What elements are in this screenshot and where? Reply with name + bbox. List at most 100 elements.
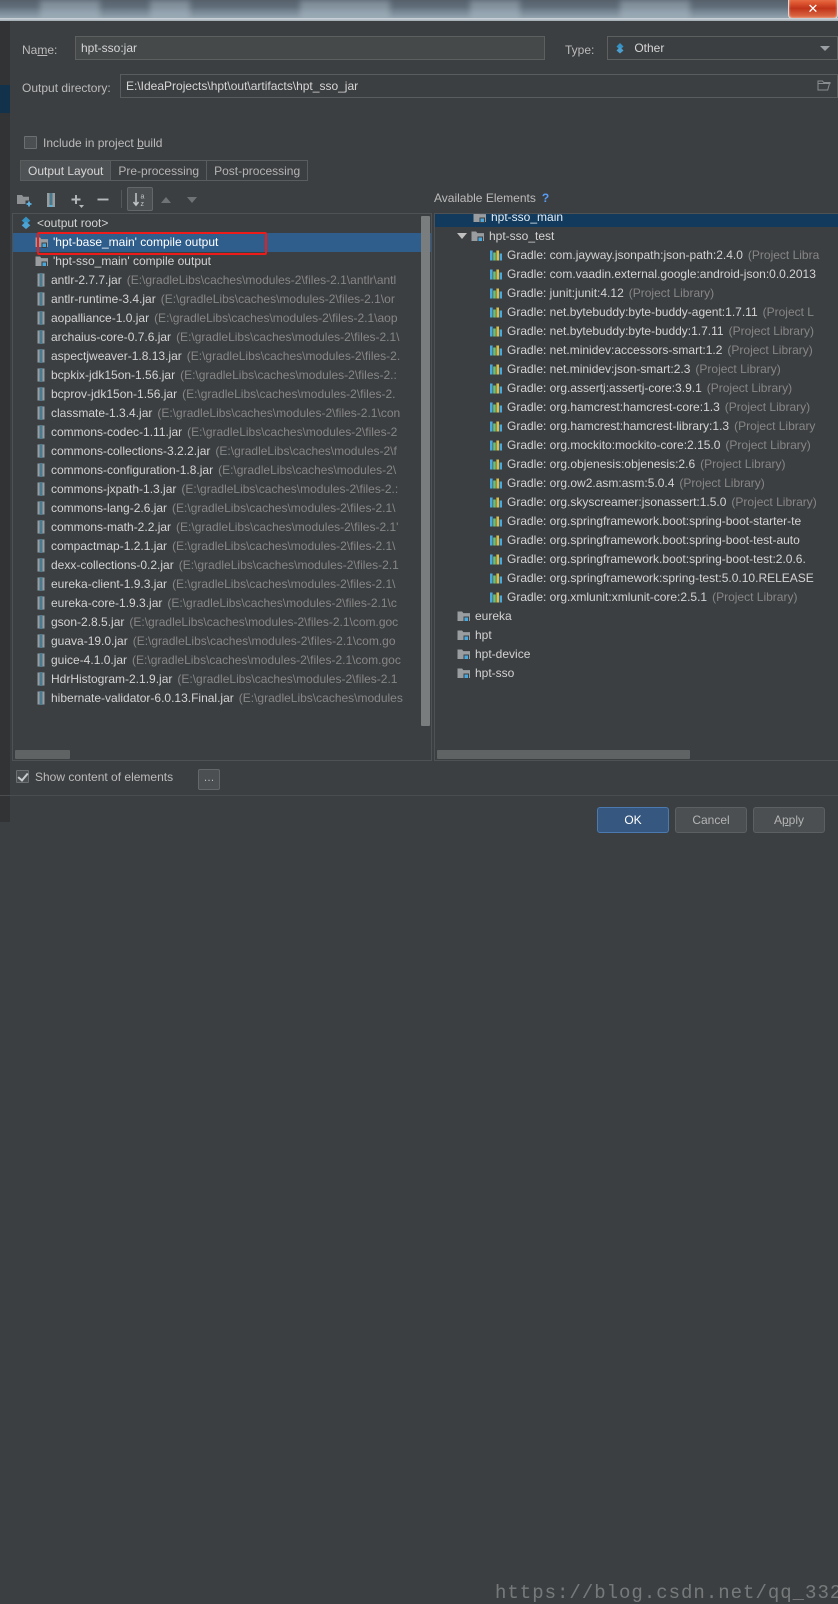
apply-button[interactable]: Apply	[753, 807, 825, 833]
tree-row[interactable]: dexx-collections-0.2.jar (E:\gradleLibs\c…	[13, 556, 431, 575]
output-tree-horizontal-scrollbar[interactable]	[15, 750, 70, 759]
show-content-of-elements-checkbox[interactable]: Show content of elements	[16, 770, 173, 784]
tree-row[interactable]: antlr-runtime-3.4.jar (E:\gradleLibs\cach…	[13, 290, 431, 309]
tree-row[interactable]: 'hpt-base_main' compile output	[13, 233, 431, 252]
tree-row[interactable]: commons-codec-1.11.jar (E:\gradleLibs\cac…	[13, 423, 431, 442]
output-tree-vertical-scrollbar[interactable]	[421, 216, 430, 726]
tree-row[interactable]: gson-2.8.5.jar (E:\gradleLibs\caches\modu…	[13, 613, 431, 632]
tree-row[interactable]: Gradle: org.mockito:mockito-core:2.15.0 (…	[435, 436, 838, 455]
tree-row[interactable]: classmate-1.3.4.jar (E:\gradleLibs\caches…	[13, 404, 431, 423]
tree-row[interactable]: hpt-sso	[435, 664, 838, 683]
tab-output-layout[interactable]: Output Layout	[20, 160, 111, 181]
tree-row[interactable]: bcprov-jdk15on-1.56.jar (E:\gradleLibs\ca…	[13, 385, 431, 404]
svg-text:z: z	[141, 201, 145, 208]
tree-row-path: (Project Library)	[679, 476, 765, 490]
tree-row-label: Gradle: com.jayway.jsonpath:json-path:2.…	[507, 248, 743, 262]
remove-icon[interactable]	[90, 187, 116, 211]
jar-icon	[35, 292, 47, 309]
tree-row[interactable]: Gradle: org.ow2.asm:asm:5.0.4 (Project Li…	[435, 474, 838, 493]
help-icon[interactable]: ?	[542, 191, 549, 205]
add-copy-icon[interactable]	[64, 187, 90, 211]
tree-row[interactable]: Gradle: org.springframework.boot:spring-…	[435, 512, 838, 531]
tree-row[interactable]: commons-math-2.2.jar (E:\gradleLibs\cache…	[13, 518, 431, 537]
chevron-down-icon[interactable]	[457, 233, 467, 239]
tree-row[interactable]: commons-configuration-1.8.jar (E:\gradleL…	[13, 461, 431, 480]
move-up-icon[interactable]	[153, 187, 179, 211]
output-layout-tree: <output root> 'hpt-base_main' compile out…	[13, 214, 431, 708]
cancel-button[interactable]: Cancel	[675, 807, 747, 833]
library-icon	[489, 382, 503, 398]
tree-row[interactable]: Gradle: com.jayway.jsonpath:json-path:2.…	[435, 246, 838, 265]
sort-alphabetically-icon[interactable]: a z	[127, 187, 153, 211]
tree-row[interactable]: archaius-core-0.7.6.jar (E:\gradleLibs\ca…	[13, 328, 431, 347]
jar-icon	[35, 501, 47, 518]
tree-row[interactable]: 'hpt-sso_main' compile output	[13, 252, 431, 271]
window-close-button[interactable]: ✕	[788, 0, 838, 18]
tree-row[interactable]: bcpkix-jdk15on-1.56.jar (E:\gradleLibs\ca…	[13, 366, 431, 385]
tree-row[interactable]: Gradle: org.springframework.boot:spring-…	[435, 531, 838, 550]
add-archive-icon[interactable]	[38, 187, 64, 211]
tree-row[interactable]: guice-4.1.0.jar (E:\gradleLibs\caches\mod…	[13, 651, 431, 670]
tree-row[interactable]: Gradle: net.minidev:json-smart:2.3 (Proje…	[435, 360, 838, 379]
tree-row[interactable]: hpt	[435, 626, 838, 645]
tree-row[interactable]: Gradle: org.hamcrest:hamcrest-library:1.…	[435, 417, 838, 436]
tree-row[interactable]: eureka-client-1.9.3.jar (E:\gradleLibs\ca…	[13, 575, 431, 594]
tab-post-processing[interactable]: Post-processing	[206, 160, 309, 181]
tree-row[interactable]: Gradle: net.minidev:accessors-smart:1.2 (…	[435, 341, 838, 360]
tree-row[interactable]: <output root>	[13, 214, 431, 233]
output-layout-toolbar: a z	[12, 187, 432, 213]
artifacts-configuration-dialog: ✕ Name: hpt-sso:jar Type: Other Output d…	[0, 0, 838, 1604]
tree-row[interactable]: Gradle: org.springframework.boot:spring-…	[435, 550, 838, 569]
tree-row[interactable]: Gradle: org.assertj:assertj-core:3.9.1 (P…	[435, 379, 838, 398]
tree-row[interactable]: eureka-core-1.9.3.jar (E:\gradleLibs\cach…	[13, 594, 431, 613]
tree-row-path: (E:\gradleLibs\caches\modules-2\files-2.	[186, 349, 401, 363]
ok-button[interactable]: OK	[597, 807, 669, 833]
tree-row[interactable]: Gradle: net.bytebuddy:byte-buddy-agent:1…	[435, 303, 838, 322]
library-icon	[489, 249, 503, 265]
tree-row[interactable]: Gradle: junit:junit:4.12 (Project Library…	[435, 284, 838, 303]
tree-row[interactable]: eureka	[435, 607, 838, 626]
output-directory-input[interactable]: E:\IdeaProjects\hpt\out\artifacts\hpt_ss…	[120, 74, 838, 98]
tree-row[interactable]: guava-19.0.jar (E:\gradleLibs\caches\modu…	[13, 632, 431, 651]
more-options-button[interactable]: …	[198, 769, 220, 790]
tree-row[interactable]: hibernate-validator-6.0.13.Final.jar (E:\…	[13, 689, 431, 708]
tree-row-path: (E:\gradleLibs\caches\modules-2\files-2.…	[176, 330, 400, 344]
library-icon	[489, 572, 503, 588]
tree-row[interactable]: Gradle: org.skyscreamer:jsonassert:1.5.0…	[435, 493, 838, 512]
tree-row[interactable]: Gradle: org.hamcrest:hamcrest-core:1.3 (P…	[435, 398, 838, 417]
tree-row[interactable]: aopalliance-1.0.jar (E:\gradleLibs\caches…	[13, 309, 431, 328]
tree-row[interactable]: Gradle: com.vaadin.external.google:andro…	[435, 265, 838, 284]
tree-row[interactable]: commons-jxpath-1.3.jar (E:\gradleLibs\cac…	[13, 480, 431, 499]
tree-row[interactable]: Gradle: org.springframework:spring-test:…	[435, 569, 838, 588]
jar-icon	[35, 691, 47, 708]
tree-row[interactable]: Gradle: net.bytebuddy:byte-buddy:1.7.11 (…	[435, 322, 838, 341]
tree-row-path: (E:\gradleLibs\caches\modules-2\files-2.…	[132, 653, 401, 667]
tab-pre-processing[interactable]: Pre-processing	[110, 160, 207, 181]
tree-row[interactable]: Gradle: org.xmlunit:xmlunit-core:2.5.1 (P…	[435, 588, 838, 607]
tree-row[interactable]: aspectjweaver-1.8.13.jar (E:\gradleLibs\c…	[13, 347, 431, 366]
tree-row[interactable]: commons-lang-2.6.jar (E:\gradleLibs\cache…	[13, 499, 431, 518]
artifact-name-input[interactable]: hpt-sso:jar	[75, 36, 545, 60]
tree-row[interactable]: antlr-2.7.7.jar (E:\gradleLibs\caches\mod…	[13, 271, 431, 290]
available-elements-tree-panel[interactable]: hpt-sso_main hpt-sso_test Gradle: com.jayw…	[434, 213, 838, 761]
move-down-icon[interactable]	[179, 187, 205, 211]
jar-icon	[35, 330, 47, 347]
type-label: Type:	[565, 43, 595, 57]
tree-row[interactable]: hpt-device	[435, 645, 838, 664]
tree-row[interactable]: commons-collections-3.2.2.jar (E:\gradleL…	[13, 442, 431, 461]
module-output-icon	[35, 255, 49, 271]
artifact-type-combobox[interactable]: Other	[607, 36, 838, 60]
tree-row[interactable]: hpt-sso_test	[435, 227, 838, 246]
tree-row-label: hpt-sso	[475, 666, 515, 680]
output-layout-tree-panel[interactable]: <output root> 'hpt-base_main' compile out…	[12, 213, 432, 761]
tree-row[interactable]: HdrHistogram-2.1.9.jar (E:\gradleLibs\cac…	[13, 670, 431, 689]
tree-row[interactable]: compactmap-1.2.1.jar (E:\gradleLibs\cache…	[13, 537, 431, 556]
tree-row[interactable]: hpt-sso_main	[435, 214, 838, 227]
add-directory-icon[interactable]	[12, 187, 38, 211]
available-tree-horizontal-scrollbar[interactable]	[437, 750, 690, 759]
include-in-project-build-checkbox[interactable]: Include in project build	[24, 136, 162, 150]
tree-row-label: Gradle: org.mockito:mockito-core:2.15.0	[507, 438, 721, 452]
tree-row[interactable]: Gradle: org.objenesis:objenesis:2.6 (Proj…	[435, 455, 838, 474]
jar-icon	[35, 311, 47, 328]
browse-folder-icon[interactable]	[817, 79, 832, 95]
